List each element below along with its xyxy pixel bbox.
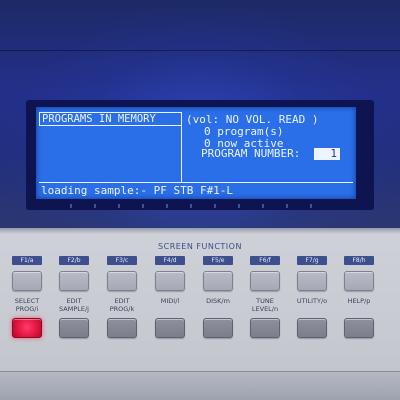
bottom-strip xyxy=(0,372,400,400)
fkey-label-8: F8/h xyxy=(344,256,374,265)
fkey-label-3: F3/c xyxy=(107,256,137,265)
function-label-8: HELP/p xyxy=(347,297,371,305)
f6-button[interactable] xyxy=(250,271,280,291)
mode-button-8[interactable] xyxy=(344,318,374,338)
f2-button[interactable] xyxy=(59,271,89,291)
lcd-header: PROGRAMS IN MEMORY xyxy=(39,112,182,126)
f5-button[interactable] xyxy=(203,271,233,291)
lcd-horizontal-divider xyxy=(39,182,353,183)
fkey-label-6: F6/f xyxy=(250,256,280,265)
mode-button-4[interactable] xyxy=(155,318,185,338)
fkey-label-5: F5/e xyxy=(203,256,233,265)
function-label-6: TUNE LEVEL/n xyxy=(251,297,279,313)
function-label-4: MIDI/l xyxy=(160,297,180,305)
mode-button-7[interactable] xyxy=(297,318,327,338)
lcd-status-line: loading sample:- PF STB F#1-L xyxy=(41,184,234,197)
lcd-screen: PROGRAMS IN MEMORY (vol: NO VOL. READ ) … xyxy=(36,107,356,199)
fkey-label-7: F7/g xyxy=(297,256,327,265)
f4-button[interactable] xyxy=(155,271,185,291)
mode-button-5[interactable] xyxy=(203,318,233,338)
function-label-2: EDIT SAMPLE/j xyxy=(59,297,89,313)
function-label-7: UTILITY/o xyxy=(296,297,328,305)
mode-button-2[interactable] xyxy=(59,318,89,338)
function-label-1: SELECT PROG/i xyxy=(14,297,40,313)
program-number-field[interactable]: 1 xyxy=(314,148,340,160)
housing-seam xyxy=(0,50,400,51)
f7-button[interactable] xyxy=(297,271,327,291)
mode-button-1[interactable] xyxy=(12,318,42,338)
fkey-label-2: F2/b xyxy=(59,256,89,265)
bezel-dots xyxy=(70,204,330,208)
fkey-label-1: F1/a xyxy=(12,256,42,265)
mode-button-6[interactable] xyxy=(250,318,280,338)
lcd-program-number-label: PROGRAM NUMBER: xyxy=(201,147,301,160)
function-label-5: DISK/m xyxy=(206,297,230,305)
f1-button[interactable] xyxy=(12,271,42,291)
lcd-vertical-divider xyxy=(181,112,182,182)
fkey-label-4: F4/d xyxy=(155,256,185,265)
screen-function-title: SCREEN FUNCTION xyxy=(158,242,242,251)
mode-button-3[interactable] xyxy=(107,318,137,338)
function-label-3: EDIT PROG/k xyxy=(109,297,135,313)
f8-button[interactable] xyxy=(344,271,374,291)
panel-shadow xyxy=(0,228,400,234)
f3-button[interactable] xyxy=(107,271,137,291)
